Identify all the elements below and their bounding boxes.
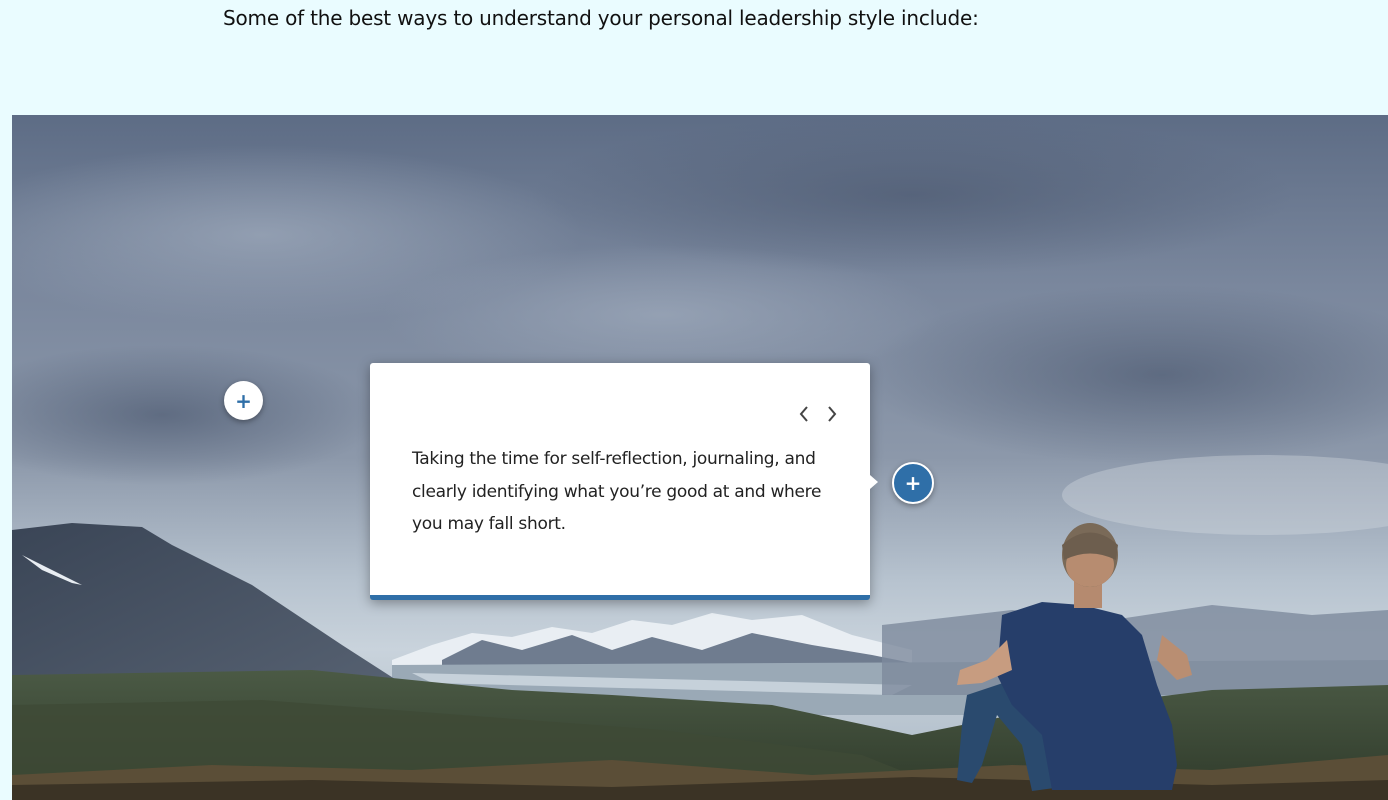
chevron-left-icon	[799, 406, 808, 422]
next-button[interactable]	[824, 403, 840, 425]
hotspot-button-2[interactable]: +	[892, 462, 934, 504]
intro-text: Some of the best ways to understand your…	[223, 6, 979, 30]
hero-image: + Taking the time for self-reflection, j…	[12, 115, 1388, 800]
hotspot-button-1[interactable]: +	[224, 381, 263, 420]
popup-pointer	[870, 475, 878, 489]
popup-navigation	[796, 403, 840, 425]
chevron-right-icon	[828, 406, 837, 422]
previous-button[interactable]	[796, 403, 812, 425]
plus-icon: +	[235, 388, 252, 413]
plus-icon: +	[904, 471, 922, 495]
hotspot-popup: Taking the time for self-reflection, jou…	[370, 363, 870, 600]
page: Some of the best ways to understand your…	[0, 0, 1388, 800]
popup-body-text: Taking the time for self-reflection, jou…	[412, 449, 822, 534]
